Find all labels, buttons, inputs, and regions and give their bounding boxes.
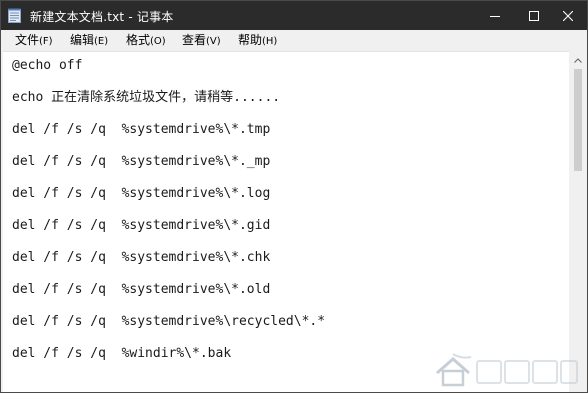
editor-line: del /f /s /q %systemdrive%\*.tmp	[12, 122, 271, 137]
menu-view-label: 查看	[182, 33, 207, 47]
menu-help-label: 帮助	[238, 33, 263, 47]
menu-file-label: 文件	[15, 33, 40, 47]
menu-edit-accel: (E)	[94, 36, 109, 47]
close-icon	[562, 10, 573, 21]
editor-line: del /f /s /q %windir%\*.bak	[12, 346, 232, 361]
maximize-icon	[528, 10, 539, 21]
menu-file-accel: (F)	[39, 36, 53, 47]
text-editor[interactable]: @echo off echo 正在清除系统垃圾文件，请稍等...... del …	[3, 51, 569, 392]
close-button[interactable]	[546, 1, 587, 30]
menu-help[interactable]: 帮助(H)	[236, 32, 279, 49]
menu-bar: 文件(F) 编辑(E) 格式(O) 查看(V) 帮助(H)	[1, 30, 587, 51]
chevron-up-icon	[574, 57, 582, 63]
menu-format[interactable]: 格式(O)	[124, 32, 168, 49]
menu-format-label: 格式	[126, 33, 151, 47]
editor-line: del /f /s /q %systemdrive%\recycled\*.*	[12, 314, 326, 329]
editor-line: del /f /s /q %systemdrive%\*.chk	[12, 250, 271, 265]
editor-line: del /f /s /q %systemdrive%\*.gid	[12, 218, 271, 233]
vertical-scrollbar[interactable]	[569, 51, 587, 392]
notepad-icon[interactable]	[8, 8, 21, 23]
menu-format-accel: (O)	[150, 36, 166, 47]
notepad-window: 新建文本文档.txt - 记事本 文件(F) 编辑(E) 格式(O) 查看(V)…	[0, 0, 588, 393]
watermark-logo	[431, 351, 581, 391]
menu-edit[interactable]: 编辑(E)	[68, 32, 110, 49]
menu-view[interactable]: 查看(V)	[180, 32, 223, 49]
menu-view-accel: (V)	[206, 36, 221, 47]
scroll-up-button[interactable]	[569, 52, 587, 68]
menu-edit-label: 编辑	[70, 33, 95, 47]
menu-file[interactable]: 文件(F)	[13, 32, 55, 49]
menu-help-accel: (H)	[262, 36, 278, 47]
editor-line: @echo off	[12, 58, 83, 73]
window-title: 新建文本文档.txt - 记事本	[30, 10, 174, 24]
editor-line: echo 正在清除系统垃圾文件，请稍等......	[12, 90, 281, 105]
editor-line: del /f /s /q %systemdrive%\*.old	[12, 282, 271, 297]
editor-line: del /f /s /q %systemdrive%\*._mp	[12, 154, 271, 169]
title-bar[interactable]: 新建文本文档.txt - 记事本	[1, 1, 587, 30]
editor-line: del /f /s /q %systemdrive%\*.log	[12, 186, 271, 201]
house-logo-icon	[436, 353, 578, 387]
scroll-thumb[interactable]	[574, 69, 582, 171]
minimize-icon	[489, 15, 500, 17]
minimize-button[interactable]	[473, 1, 516, 30]
